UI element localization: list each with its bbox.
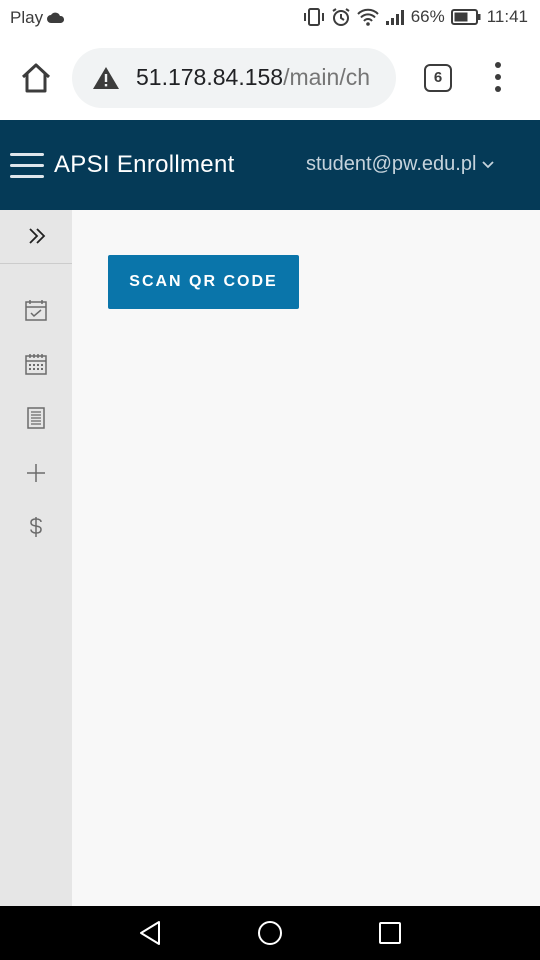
home-nav-icon[interactable] [257, 920, 283, 946]
double-chevron-right-icon [29, 228, 46, 244]
carrier-name: Play [10, 8, 44, 27]
alarm-icon [331, 7, 351, 27]
back-icon[interactable] [138, 920, 162, 946]
app-title: APSI Enrollment [54, 151, 235, 178]
cloud-icon [47, 12, 65, 24]
status-right: 66% 11:41 [303, 7, 528, 27]
system-nav-bar [0, 906, 540, 960]
user-email: student@pw.edu.pl [306, 153, 477, 175]
dot [495, 86, 501, 92]
browser-toolbar: 51.178.84.158/main/ch 6 [0, 36, 540, 120]
warning-icon [93, 67, 119, 89]
battery-percent: 66% [410, 7, 445, 26]
browser-menu-button[interactable] [488, 62, 508, 96]
sidebar-item-calendar[interactable] [24, 352, 48, 376]
sidebar [0, 210, 72, 906]
address-bar[interactable]: 51.178.84.158/main/ch [72, 48, 396, 108]
calendar-grid-icon [25, 354, 47, 375]
document-list-icon [27, 407, 45, 429]
wifi-icon [356, 8, 379, 26]
sidebar-item-payments[interactable] [24, 515, 48, 539]
signal-icon [385, 8, 405, 26]
clock-time: 11:41 [486, 7, 528, 26]
main-content: SCAN QR CODE [72, 210, 540, 906]
url-host: 51.178.84.158 [136, 64, 284, 90]
battery-icon [450, 9, 481, 25]
user-menu[interactable]: student@pw.edu.pl [306, 153, 495, 176]
dollar-icon [30, 517, 42, 537]
recent-apps-icon[interactable] [379, 922, 401, 944]
plus-icon [27, 464, 45, 482]
chevron-down-icon [482, 160, 495, 168]
home-button[interactable] [18, 60, 54, 96]
vibrate-icon [303, 7, 325, 27]
home-icon [21, 63, 51, 93]
tab-switcher-button[interactable]: 6 [424, 64, 452, 92]
status-left: Play [10, 8, 65, 28]
sidebar-item-calendar-check[interactable] [24, 298, 48, 322]
url-text: 51.178.84.158/main/ch [136, 64, 370, 91]
expand-sidebar-button[interactable] [0, 210, 72, 264]
app-header: APSI Enrollment student@pw.edu.pl [0, 120, 540, 210]
dot [495, 62, 501, 68]
status-bar: Play 66% 11:41 [0, 0, 540, 36]
scan-qr-code-button[interactable]: SCAN QR CODE [108, 255, 299, 309]
url-path: /main/ch [283, 64, 371, 90]
hamburger-menu-icon[interactable] [10, 153, 44, 178]
dot [495, 74, 501, 80]
sidebar-item-add[interactable] [24, 461, 48, 485]
sidebar-item-documents[interactable] [24, 406, 48, 430]
calendar-check-icon [25, 300, 47, 321]
